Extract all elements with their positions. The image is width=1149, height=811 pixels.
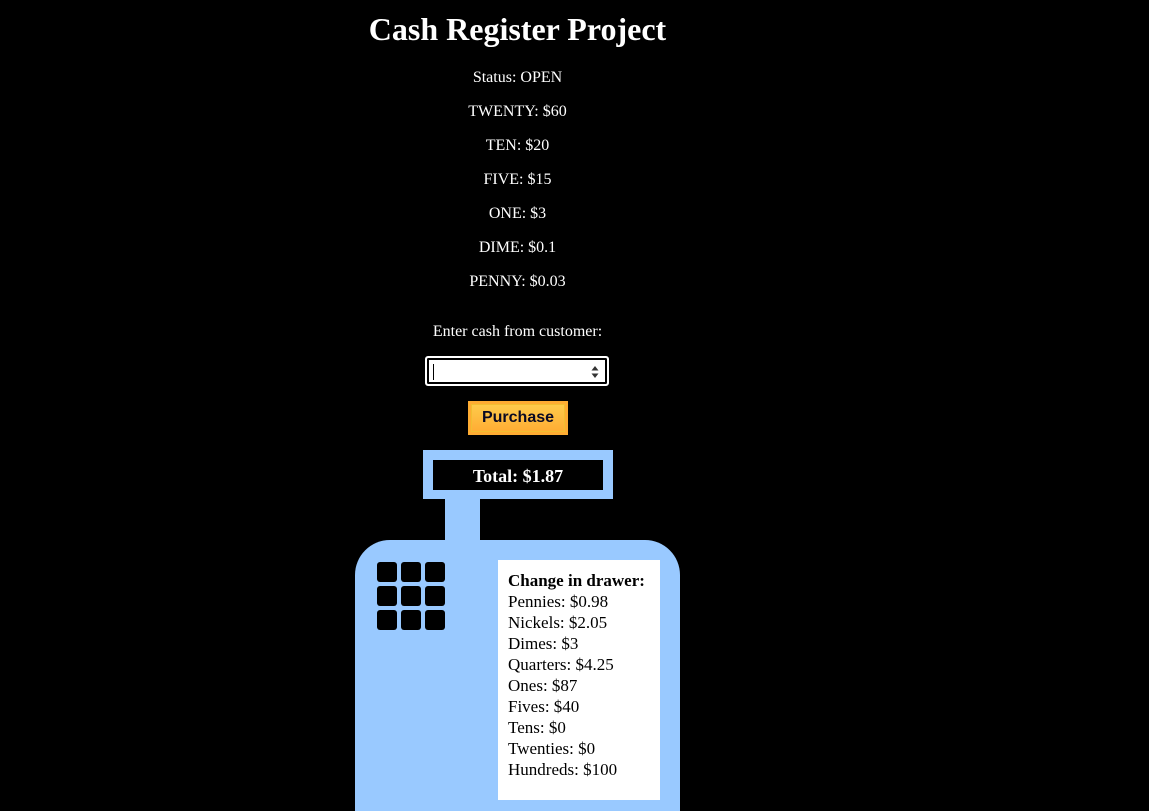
change-due-dime: DIME: $0.1: [478, 239, 557, 256]
drawer-item-dimes: Dimes: $3: [508, 634, 579, 653]
change-due-twenty: TWENTY: $60: [468, 103, 567, 120]
cash-input[interactable]: [430, 361, 582, 381]
register-stand: [445, 499, 480, 544]
page: Cash Register Project Status: OPEN TWENT…: [0, 0, 1149, 811]
key: [377, 562, 397, 582]
change-due-status: Status: OPEN: [472, 69, 563, 86]
cash-drawer-display: Change in drawer: Pennies: $0.98 Nickels…: [498, 560, 660, 800]
change-due-ten: TEN: $20: [485, 137, 550, 154]
drawer-item-tens: Tens: $0: [508, 718, 566, 737]
change-due-one: ONE: $3: [488, 205, 547, 222]
price-total: Total: $1.87: [433, 460, 603, 490]
page-title: Cash Register Project: [368, 11, 667, 47]
purchase-button[interactable]: Purchase: [468, 401, 568, 435]
cash-input-label: Enter cash from customer:: [432, 323, 603, 340]
cash-input-container[interactable]: [425, 356, 609, 386]
key: [401, 562, 421, 582]
drawer-item-fives: Fives: $40: [508, 697, 580, 716]
change-due-penny: PENNY: $0.03: [469, 273, 566, 290]
key: [425, 610, 445, 630]
keypad: [377, 562, 447, 632]
change-due-five: FIVE: $15: [483, 171, 552, 188]
number-spinner-icon[interactable]: [590, 364, 600, 380]
key: [425, 586, 445, 606]
key: [377, 586, 397, 606]
drawer-item-nickels: Nickels: $2.05: [508, 613, 608, 632]
drawer-item-pennies: Pennies: $0.98: [508, 592, 609, 611]
key: [401, 610, 421, 630]
drawer-item-twenties: Twenties: $0: [508, 739, 596, 758]
key: [401, 586, 421, 606]
key: [377, 610, 397, 630]
drawer-item-hundreds: Hundreds: $100: [508, 760, 618, 779]
drawer-item-ones: Ones: $87: [508, 676, 578, 695]
text-caret: [433, 364, 434, 380]
key: [425, 562, 445, 582]
drawer-title: Change in drawer:: [508, 571, 645, 590]
drawer-item-quarters: Quarters: $4.25: [508, 655, 614, 674]
